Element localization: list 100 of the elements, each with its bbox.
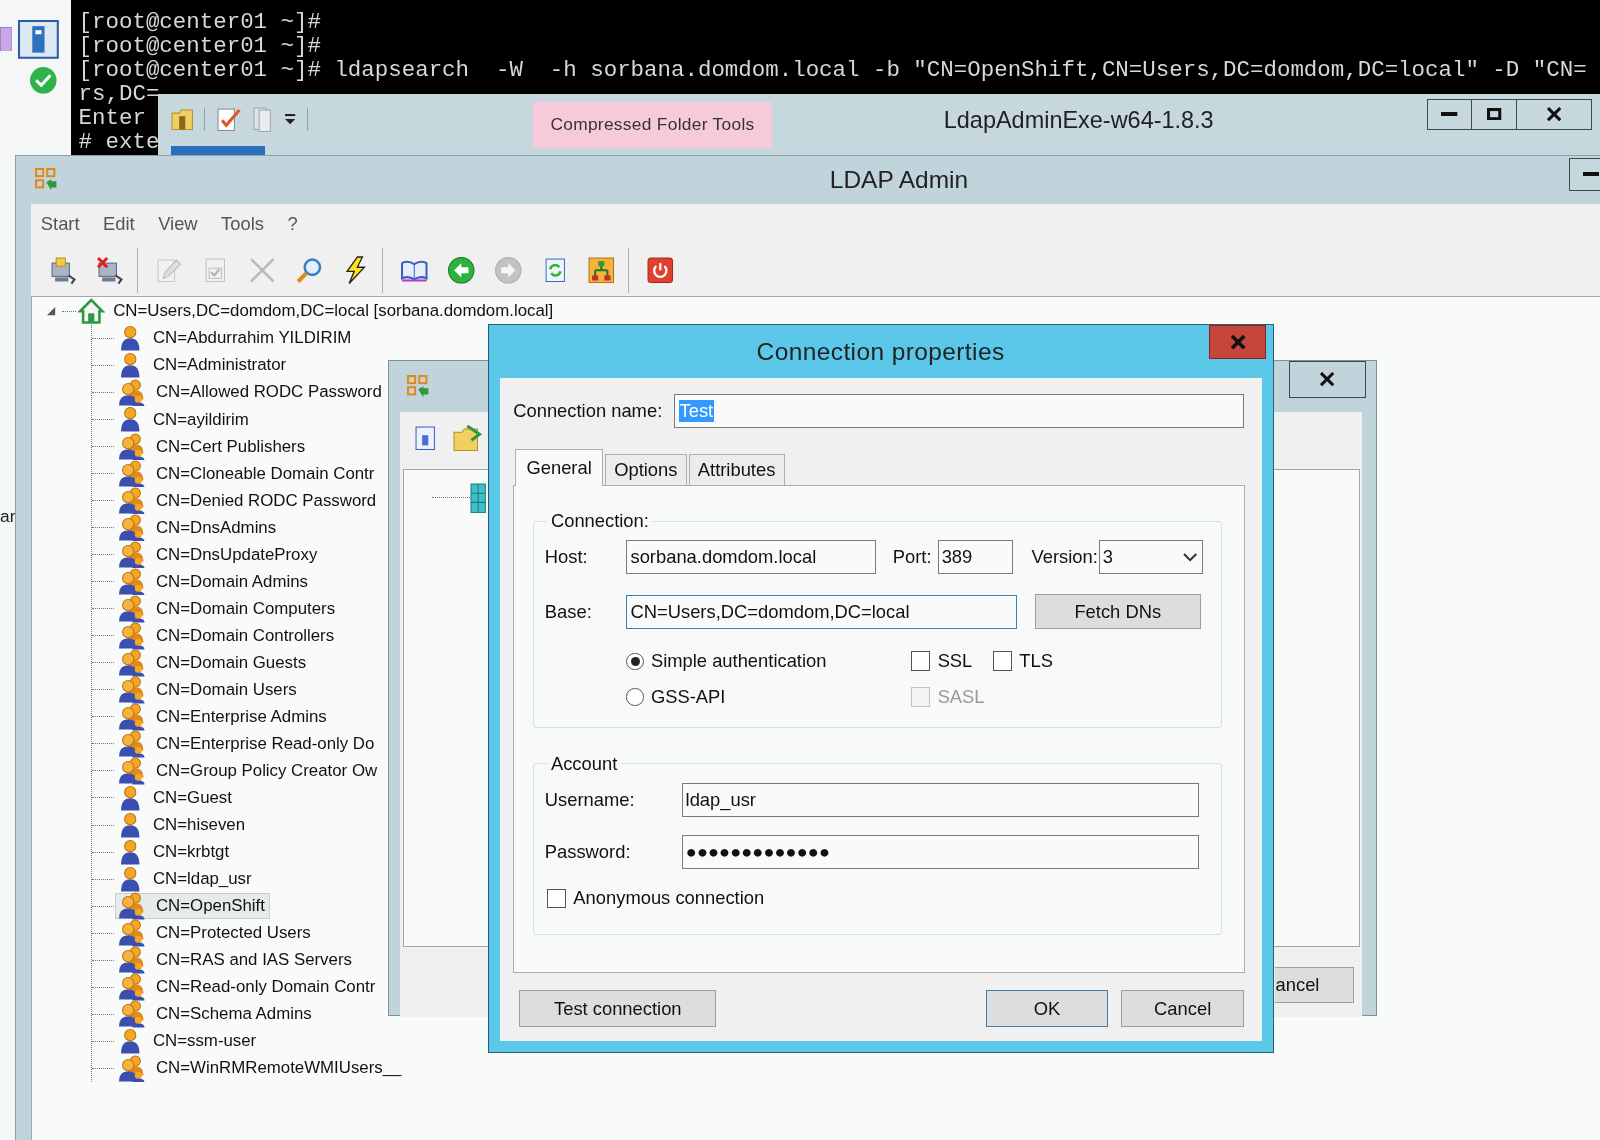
tree-item[interactable]: CN=Domain Guests <box>115 649 312 677</box>
test-connection-button[interactable]: Test connection <box>519 989 717 1028</box>
tree-item[interactable]: CN=Users,DC=domdom,DC=local [sorbana.domdom.local] <box>111 300 556 323</box>
tree-item[interactable]: CN=Enterprise Read-only Do <box>115 730 380 758</box>
minimize-icon <box>1441 112 1458 117</box>
menu-item[interactable]: View <box>158 213 198 236</box>
cancel-button[interactable]: ancel <box>1274 967 1355 1003</box>
document-icon[interactable] <box>414 425 437 452</box>
close-button[interactable] <box>1288 361 1367 398</box>
tree-item[interactable]: CN=Allowed RODC Password <box>115 379 387 406</box>
group-icon <box>118 649 146 677</box>
tree-item[interactable]: CN=Enterprise Admins <box>115 703 332 731</box>
close-button[interactable] <box>1516 98 1592 130</box>
radio-button[interactable] <box>626 652 644 670</box>
field-label: Username: <box>544 788 636 811</box>
tree-item[interactable]: CN=Cloneable Domain Contr <box>115 460 380 487</box>
power-icon[interactable] <box>645 256 675 285</box>
tree-item[interactable]: CN=Group Policy Creator Ow <box>115 757 383 785</box>
checkbox[interactable] <box>992 651 1013 671</box>
username-field[interactable]: ldap_usr <box>681 783 1199 817</box>
disconnect-icon[interactable] <box>95 256 125 285</box>
radio-label: Simple authentication <box>650 650 827 673</box>
database-icon <box>470 482 487 514</box>
caret-icon[interactable] <box>282 113 297 126</box>
version-dropdown[interactable]: 3 <box>1098 540 1203 574</box>
tree-item[interactable]: CN=Read-only Domain Contr <box>115 973 381 1001</box>
group-icon <box>118 946 146 974</box>
checkbox[interactable] <box>911 651 931 671</box>
hierarchy-icon[interactable] <box>587 256 617 285</box>
tree-item[interactable]: CN=Protected Users <box>115 919 316 947</box>
tree-item[interactable]: CN=krbtgt <box>115 838 235 866</box>
checkbox-label: SSL <box>937 650 973 673</box>
computer-icon[interactable] <box>48 256 78 285</box>
app-icon[interactable] <box>0 26 13 51</box>
tab[interactable]: General <box>515 448 603 486</box>
group-icon <box>118 1054 146 1083</box>
tree-item[interactable]: CN=DnsAdmins <box>115 514 282 541</box>
tree-item[interactable]: CN=ldap_usr <box>115 865 257 893</box>
house-icon <box>78 298 105 325</box>
tree-item[interactable]: CN=Cert Publishers <box>115 433 311 460</box>
search-icon[interactable] <box>294 256 324 285</box>
ok-button[interactable]: OK <box>985 989 1109 1028</box>
tree-item[interactable]: CN=OpenShift <box>115 892 270 920</box>
tree-item[interactable]: CN=Domain Admins <box>115 568 313 595</box>
file-tab[interactable] <box>171 145 266 156</box>
tree-item[interactable]: CN=DnsUpdateProxy <box>115 541 323 568</box>
base-field[interactable]: CN=Users,DC=domdom,DC=local <box>626 594 1018 629</box>
cancel-button[interactable]: Cancel <box>1121 989 1244 1028</box>
field-label: Password: <box>544 841 632 863</box>
group-label: Connection: <box>549 510 650 533</box>
terminal-line: [root@center01 ~]# ldapsearch -W -h sorbana.domdom.local -b "CN=OpenShift,CN=Users,DC=domdom,DC=local" -D "CN= <box>78 58 1587 83</box>
password-field[interactable]: ●●●●●●●●●●●●● <box>681 835 1199 869</box>
menu-item[interactable]: Edit <box>103 213 135 236</box>
maximize-icon <box>1487 108 1502 121</box>
tree-item[interactable]: CN=WinRMRemoteWMIUsers__ <box>115 1055 407 1082</box>
group-icon <box>118 676 146 704</box>
tree-item[interactable]: CN=Domain Computers <box>115 595 341 622</box>
fetch-button[interactable]: Fetch DNs <box>1034 594 1201 630</box>
tree-item[interactable]: CN=Guest <box>115 784 237 812</box>
window-title: LDAP Admin <box>829 166 969 194</box>
terminal-line: [root@center01 ~]# <box>78 34 321 59</box>
ribbon-tab[interactable]: Compressed Folder Tools <box>532 102 773 148</box>
group-icon <box>118 486 146 515</box>
host-field[interactable]: sorbana.domdom.local <box>626 540 877 574</box>
app-icon[interactable] <box>18 20 60 60</box>
menu-item[interactable]: Tools <box>221 213 264 236</box>
tree-item[interactable]: CN=Denied RODC Password <box>115 487 382 514</box>
checkbox-label: Anonymous connection <box>573 887 765 910</box>
close-icon <box>1229 334 1246 351</box>
document-icon[interactable] <box>215 106 242 133</box>
tree-item[interactable]: CN=Domain Controllers <box>115 622 340 649</box>
checkbox-label: SASL <box>937 685 985 708</box>
group-icon <box>118 594 146 623</box>
folder-icon[interactable] <box>171 107 194 132</box>
radio-button[interactable] <box>626 688 644 706</box>
tree-item[interactable]: CN=ssm-user <box>115 1028 262 1055</box>
tab[interactable]: Attributes <box>688 454 785 485</box>
minimize-button[interactable] <box>1426 98 1473 130</box>
maximize-button[interactable] <box>1471 98 1518 130</box>
checkbox[interactable] <box>546 888 567 908</box>
port-field[interactable]: 389 <box>937 540 1014 574</box>
tree-item[interactable]: CN=Abdurrahim YILDIRIM <box>115 325 357 352</box>
menu-item[interactable]: ? <box>287 213 298 236</box>
tree-item[interactable]: CN=RAS and IAS Servers <box>115 946 357 974</box>
tree-item[interactable]: CN=ayildirim <box>115 406 254 433</box>
tree-item[interactable]: CN=Domain Users <box>115 676 302 704</box>
folder-icon[interactable] <box>453 424 484 453</box>
tree-item[interactable]: CN=Schema Admins <box>115 1000 317 1028</box>
tree-item[interactable]: CN=Administrator <box>115 352 292 379</box>
terminal-line: # exte <box>78 130 160 155</box>
menu-item[interactable]: Start <box>40 213 80 236</box>
collapse-icon[interactable] <box>45 306 57 317</box>
tree-item[interactable]: CN=hiseven <box>115 811 251 839</box>
field-label: Port: <box>892 546 933 569</box>
group-icon <box>118 432 146 461</box>
back-icon[interactable] <box>446 256 476 285</box>
tab[interactable]: Options <box>605 454 687 485</box>
minimize-button[interactable] <box>1569 158 1600 191</box>
close-button[interactable] <box>1209 325 1267 360</box>
group-icon <box>118 1000 146 1028</box>
